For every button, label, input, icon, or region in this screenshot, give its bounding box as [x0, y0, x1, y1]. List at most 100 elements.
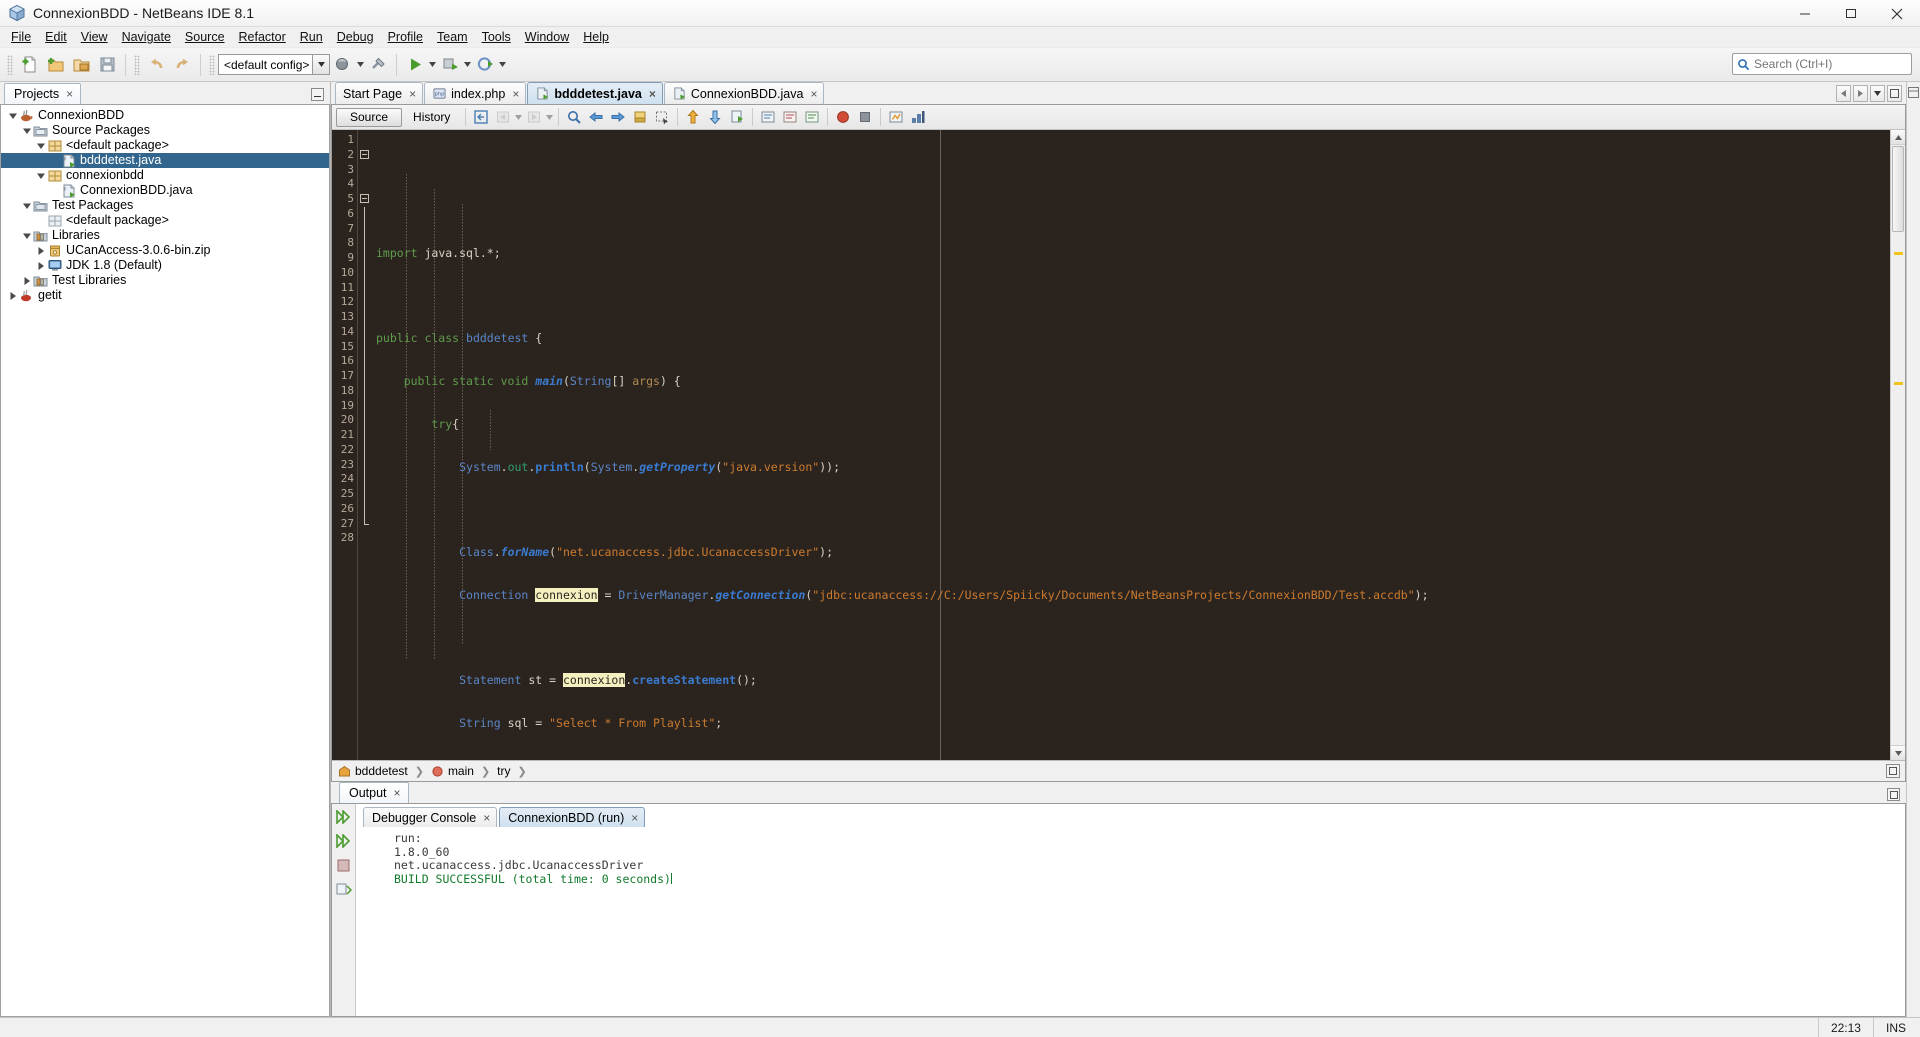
close-icon[interactable]: ×: [810, 88, 817, 100]
run-project-icon[interactable]: [402, 52, 428, 78]
menu-refactor[interactable]: Refactor: [232, 28, 293, 46]
tree-item[interactable]: <default package>: [1, 213, 329, 228]
tree-item[interactable]: Test Packages: [1, 198, 329, 213]
previous-bookmark-icon[interactable]: [585, 107, 607, 128]
stop-macro-icon[interactable]: [832, 107, 854, 128]
menu-profile[interactable]: Profile: [381, 28, 430, 46]
maximize-button[interactable]: [1828, 0, 1874, 27]
code-line[interactable]: String sql = "Select * From Playlist";: [372, 716, 1890, 731]
minimize-button[interactable]: [1782, 0, 1828, 27]
menu-help[interactable]: Help: [576, 28, 616, 46]
tree-item-selected[interactable]: bdddetest.java: [1, 153, 329, 168]
close-button[interactable]: [1874, 0, 1920, 27]
editor-tab-bdddetest-java[interactable]: bdddetest.java ×: [527, 82, 663, 104]
toggle-bookmark-icon[interactable]: [629, 107, 651, 128]
chevron-down-icon[interactable]: [7, 108, 18, 123]
output-text[interactable]: run: 1.8.0_60 net.ucanaccess.jdbc.Ucanacce…: [356, 827, 1905, 1016]
profile-dropdown-icon[interactable]: [498, 54, 507, 75]
minimize-window-icon[interactable]: [311, 88, 324, 101]
code-line[interactable]: Connection connexion = DriverManager.get…: [372, 587, 1890, 603]
code-line[interactable]: [372, 502, 1890, 517]
output-tab-debugger-console[interactable]: Debugger Console ×: [363, 807, 498, 827]
shift-right-icon[interactable]: [704, 107, 726, 128]
fold-box-main[interactable]: [360, 194, 369, 203]
editor-vertical-scrollbar[interactable]: [1890, 130, 1905, 760]
tab-projects[interactable]: Projects ×: [4, 83, 82, 104]
maximize-editor-icon[interactable]: [1887, 85, 1902, 102]
last-edit-icon[interactable]: [470, 107, 492, 128]
editor-tab-start-page[interactable]: Start Page ×: [335, 82, 424, 104]
redo-icon[interactable]: [169, 52, 195, 78]
toolbar-grip-3[interactable]: [209, 54, 215, 75]
tree-item[interactable]: getit: [1, 288, 329, 303]
scroll-down-icon[interactable]: [1891, 745, 1905, 760]
chevron-right-icon[interactable]: [35, 258, 46, 273]
chevron-right-icon[interactable]: [21, 273, 32, 288]
project-config-combo[interactable]: <default config>: [218, 54, 330, 75]
menu-window[interactable]: Window: [518, 28, 576, 46]
maximize-output-icon[interactable]: [1887, 788, 1900, 801]
scroll-up-icon[interactable]: [1891, 130, 1905, 145]
toolbar-grip-2[interactable]: [134, 54, 140, 75]
new-file-icon[interactable]: [16, 52, 42, 78]
menu-navigate[interactable]: Navigate: [115, 28, 178, 46]
chevron-down-icon[interactable]: [21, 198, 32, 213]
rectangular-selection-icon[interactable]: [651, 107, 673, 128]
find-selection-icon[interactable]: [563, 107, 585, 128]
back-dropdown-icon[interactable]: [514, 107, 523, 128]
rerun2-icon[interactable]: [335, 833, 353, 849]
stop-icon[interactable]: [335, 857, 353, 873]
project-tree[interactable]: ConnexionBDD Source Packages <default pack…: [0, 104, 330, 1017]
menu-edit[interactable]: Edit: [38, 28, 74, 46]
code-line[interactable]: import java.sql.*;: [372, 246, 1890, 261]
menu-run[interactable]: Run: [293, 28, 330, 46]
save-all-icon[interactable]: [94, 52, 120, 78]
diff-icon[interactable]: [907, 107, 929, 128]
forward-icon[interactable]: [523, 107, 545, 128]
editor-tab-connexionbdd-java[interactable]: ConnexionBDD.java ×: [663, 82, 825, 104]
status-insert-mode[interactable]: INS: [1872, 1017, 1918, 1037]
undo-icon[interactable]: [143, 52, 169, 78]
profile-project-icon[interactable]: [472, 52, 498, 78]
tree-item[interactable]: <default package>: [1, 138, 329, 153]
scrollbar-thumb[interactable]: [1892, 146, 1904, 232]
code-line[interactable]: public class bdddetest {: [372, 331, 1890, 346]
source-code[interactable]: import java.sql.*; public class bdddetes…: [372, 130, 1890, 760]
menu-tools[interactable]: Tools: [475, 28, 518, 46]
chevron-right-icon[interactable]: [35, 243, 46, 258]
tree-item[interactable]: ConnexionBDD: [1, 108, 329, 123]
uncomment-icon[interactable]: [779, 107, 801, 128]
tree-item[interactable]: Test Libraries: [1, 273, 329, 288]
tree-item[interactable]: connexionbdd: [1, 168, 329, 183]
code-line[interactable]: [372, 289, 1890, 304]
next-bookmark-icon[interactable]: [607, 107, 629, 128]
tree-item[interactable]: ConnexionBDD.java: [1, 183, 329, 198]
rerun-icon[interactable]: [335, 809, 353, 825]
stop-icon[interactable]: [854, 107, 876, 128]
chevron-right-icon[interactable]: [7, 288, 18, 303]
menu-team[interactable]: Team: [430, 28, 475, 46]
debug-dropdown-icon[interactable]: [463, 54, 472, 75]
chevron-down-icon[interactable]: [312, 55, 329, 74]
clear-icon[interactable]: [335, 881, 353, 897]
run-dropdown-icon[interactable]: [428, 54, 437, 75]
close-icon[interactable]: ×: [512, 88, 519, 100]
comment-toggle-icon[interactable]: [801, 107, 823, 128]
close-icon[interactable]: ×: [66, 88, 73, 100]
chevron-down-icon[interactable]: [35, 138, 46, 153]
code-folding-column[interactable]: [358, 130, 372, 760]
tree-item[interactable]: UCanAccess-3.0.6-bin.zip: [1, 243, 329, 258]
code-line[interactable]: [372, 631, 1890, 646]
close-icon[interactable]: ×: [649, 88, 656, 100]
open-project-icon[interactable]: [68, 52, 94, 78]
close-icon[interactable]: ×: [483, 812, 490, 824]
inspect-icon[interactable]: [885, 107, 907, 128]
close-icon[interactable]: ×: [394, 787, 401, 799]
comment-icon[interactable]: [757, 107, 779, 128]
debug-project-icon[interactable]: [437, 52, 463, 78]
chevron-down-icon[interactable]: [21, 123, 32, 138]
tab-list-icon[interactable]: [1870, 85, 1885, 102]
scroll-tabs-right-icon[interactable]: [1853, 85, 1868, 102]
close-icon[interactable]: ×: [409, 88, 416, 100]
menu-source[interactable]: Source: [178, 28, 232, 46]
